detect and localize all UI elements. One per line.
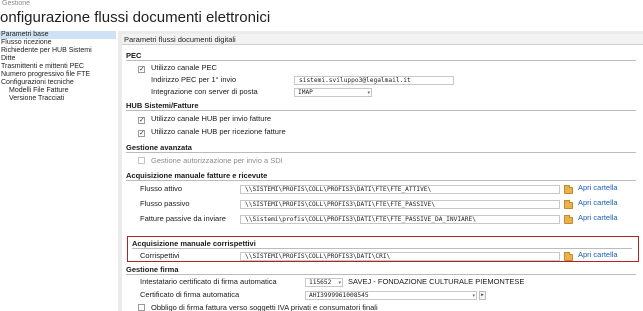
sidebar-item-flusso-ricezione[interactable]: Flusso ricezione: [0, 39, 116, 47]
settings-panel: PEC ✓ Utilizzo canale PEC Indirizzo PEC p…: [122, 45, 643, 311]
section-manual: Acquisizione manuale fatture e ricevute: [126, 171, 636, 181]
sidebar: Parametri base Flusso ricezione Richiede…: [0, 31, 116, 311]
receipts-label: Corrispettivi: [140, 251, 180, 260]
hub-receive-label: Utilizzo canale HUB per ricezione fattur…: [151, 127, 286, 136]
hub-send-row[interactable]: ✓ Utilizzo canale HUB per invio fatture: [138, 114, 271, 124]
section-pec: PEC: [126, 51, 636, 61]
holder-code-select[interactable]: 115652 ▾: [305, 278, 343, 287]
sidebar-item-numero-progressivo[interactable]: Numero progressivo file FTE: [0, 71, 116, 79]
sidebar-item-richiedente-hub[interactable]: Richiedente per HUB Sistemi: [0, 47, 116, 55]
holder-label: Intestatario certificato di firma automa…: [140, 277, 277, 286]
mandatory-checkbox[interactable]: [138, 304, 145, 311]
section-receipts: Acquisizione manuale corrispettivi: [132, 239, 632, 249]
folder-icon[interactable]: [564, 200, 573, 209]
holder-code-value: 115652: [309, 279, 332, 286]
sidebar-item-ditte[interactable]: Ditte: [0, 55, 116, 63]
passive-flow-label: Flusso passivo: [140, 199, 190, 208]
passive-flow-path[interactable]: \\SISTEMI\PROFIS\COLL\PROFIS3\DATI\FTE\F…: [240, 200, 560, 209]
pec-address-field[interactable]: sistemi.sviluppo3@legalmail.it: [294, 76, 454, 85]
pec-channel-row[interactable]: ✓ Utilizzo canale PEC: [138, 63, 217, 73]
hub-send-label: Utilizzo canale HUB per invio fatture: [151, 114, 272, 123]
open-folder-passive-link[interactable]: Apri cartella: [578, 198, 618, 208]
mandatory-row[interactable]: Obbligo di firma fattura verso soggetti …: [138, 303, 378, 311]
hub-receive-checkbox[interactable]: ✓: [138, 130, 145, 137]
tab-gestione[interactable]: Gestione: [0, 0, 643, 8]
sdi-label: Gestione autorizzazione per invio a SDI: [151, 156, 283, 165]
sdi-checkbox[interactable]: [138, 157, 145, 164]
chevron-down-icon: ▾: [367, 90, 370, 96]
hub-receive-row[interactable]: ✓ Utilizzo canale HUB per ricezione fattu…: [138, 127, 286, 137]
sidebar-item-versione-tracciati[interactable]: Versione Tracciati: [0, 95, 116, 103]
mail-server-select[interactable]: IMAP ▾: [294, 88, 372, 97]
open-folder-receipts-link[interactable]: Apri cartella: [578, 250, 618, 260]
folder-icon[interactable]: [564, 185, 573, 194]
mail-server-value: IMAP: [298, 89, 313, 96]
sidebar-item-configurazioni-tecniche[interactable]: Configurazioni tecniche: [0, 79, 116, 87]
page-title: onfigurazione flussi documenti elettroni…: [0, 9, 271, 26]
sidebar-item-trasmittenti-pec[interactable]: Trasmittenti e mittenti PEC: [0, 63, 116, 71]
mandatory-label: Obbligo di firma fattura verso soggetti …: [151, 303, 378, 311]
receipts-path[interactable]: \\SISTEMI\PROFIS\COLL\PROFIS3\DATI\CRI\: [240, 252, 560, 261]
hub-send-checkbox[interactable]: ✓: [138, 117, 145, 124]
panel-title: Parametri flussi documenti digitali: [122, 34, 643, 45]
folder-icon[interactable]: [564, 215, 573, 224]
holder-name: SAVEJ - FONDAZIONE CULTURALE PIEMONTESE: [348, 277, 525, 286]
open-folder-active-link[interactable]: Apri cartella: [578, 183, 618, 193]
sidebar-item-modelli-file[interactable]: Modelli File Fatture: [0, 87, 116, 95]
pec-channel-checkbox[interactable]: ✓: [138, 66, 145, 73]
section-hub: HUB Sistemi/Fatture: [126, 101, 636, 111]
section-signature: Gestione firma: [126, 265, 636, 275]
section-advanced: Gestione avanzata: [126, 143, 636, 153]
to-send-path[interactable]: \\Sistemi\profis\COLL\PROFIS3\DATI\FTE\F…: [240, 215, 560, 224]
cert-select[interactable]: AHI3999961008545 ▾: [305, 291, 477, 300]
chevron-down-icon: ▾: [338, 280, 341, 286]
sdi-row[interactable]: Gestione autorizzazione per invio a SDI: [138, 156, 283, 166]
chevron-down-icon: ▾: [472, 293, 475, 299]
sidebar-item-parametri-base[interactable]: Parametri base: [0, 31, 116, 39]
active-flow-path[interactable]: \\SISTEMI\PROFIS\COLL\PROFIS3\DATI\FTE\F…: [240, 185, 560, 194]
mail-server-label: Integrazione con server di posta: [151, 87, 258, 96]
folder-icon[interactable]: [564, 252, 573, 261]
active-flow-label: Flusso attivo: [140, 184, 183, 193]
cert-label: Certificato di firma automatica: [140, 290, 240, 299]
cert-value: AHI3999961008545: [309, 292, 369, 299]
content-area: Parametri flussi documenti digitali PEC …: [118, 31, 643, 311]
open-folder-to-send-link[interactable]: Apri cartella: [578, 213, 618, 223]
pec-address-label: Indirizzo PEC per 1° invio: [151, 75, 237, 84]
cert-next-button[interactable]: ▸: [479, 291, 486, 300]
pec-channel-label: Utilizzo canale PEC: [151, 63, 217, 72]
to-send-label: Fatture passive da inviare: [140, 214, 226, 223]
